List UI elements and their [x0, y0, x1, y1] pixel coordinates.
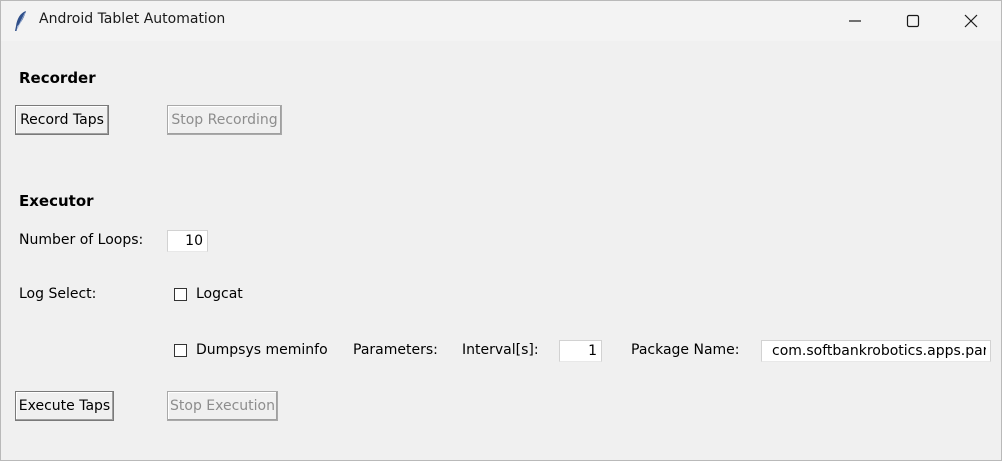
- package-name-label: Package Name:: [631, 342, 740, 358]
- logcat-label[interactable]: Logcat: [196, 286, 243, 302]
- feather-icon: [13, 10, 29, 32]
- interval-label: Interval[s]:: [462, 342, 539, 358]
- parameters-label: Parameters:: [353, 342, 438, 358]
- app-window: Android Tablet Automation Recorder Recor…: [0, 0, 1002, 461]
- stop-execution-button[interactable]: Stop Execution: [167, 391, 278, 421]
- minimize-button[interactable]: [827, 1, 885, 41]
- interval-input[interactable]: [559, 340, 602, 362]
- recorder-heading: Recorder: [19, 69, 96, 87]
- stop-recording-button[interactable]: Stop Recording: [167, 105, 282, 135]
- record-taps-button[interactable]: Record Taps: [15, 105, 109, 135]
- title-bar[interactable]: Android Tablet Automation: [1, 1, 1001, 41]
- maximize-icon: [906, 14, 920, 28]
- minimize-icon: [849, 20, 861, 22]
- window-title: Android Tablet Automation: [39, 11, 226, 27]
- close-button[interactable]: [943, 1, 1001, 41]
- execute-taps-button[interactable]: Execute Taps: [15, 391, 114, 421]
- loops-label: Number of Loops:: [19, 232, 144, 248]
- executor-heading: Executor: [19, 192, 94, 210]
- maximize-button[interactable]: [885, 1, 943, 41]
- logcat-checkbox[interactable]: [174, 288, 187, 301]
- package-name-input[interactable]: [761, 340, 991, 362]
- log-select-label: Log Select:: [19, 286, 97, 302]
- dumpsys-label[interactable]: Dumpsys meminfo: [196, 342, 328, 358]
- close-icon: [964, 14, 978, 28]
- loops-input[interactable]: [167, 230, 208, 252]
- dumpsys-checkbox[interactable]: [174, 344, 187, 357]
